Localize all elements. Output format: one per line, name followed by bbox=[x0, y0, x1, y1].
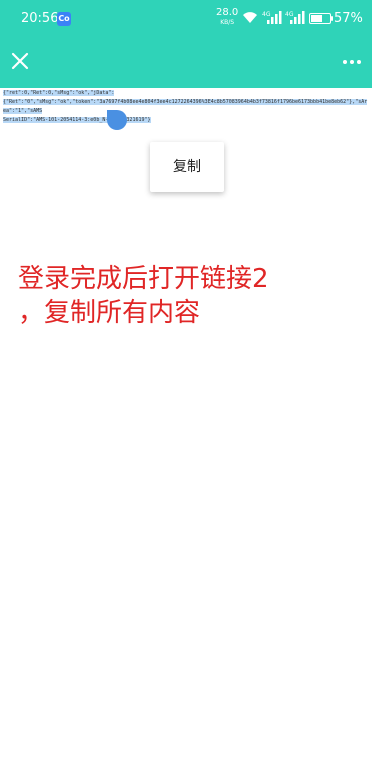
app-notification-icon: Co bbox=[57, 12, 71, 26]
signal-4g-icon-2: 4G bbox=[285, 11, 305, 24]
network-speed-unit: KB/S bbox=[220, 19, 235, 26]
signal-4g-icon: 4G bbox=[262, 11, 282, 24]
app-bar bbox=[0, 36, 372, 88]
annotation-line-2: ，复制所有内容 bbox=[18, 298, 201, 328]
content-line-1[interactable]: {"ret":0,"Ret":0,"sMsg":"ok","jData": bbox=[3, 90, 115, 96]
close-icon[interactable] bbox=[8, 48, 32, 74]
battery-fill bbox=[311, 15, 322, 22]
annotation-line-1: 登录完成后打开链接2 bbox=[18, 264, 269, 294]
battery-percent: 57% bbox=[334, 11, 363, 26]
wifi-icon bbox=[243, 12, 257, 23]
status-bar: 20:56 Co 28.0 KB/S 4G 4G 57% bbox=[0, 0, 372, 36]
content-line-2[interactable]: {"Ret":"0","sMsg":"ok","token":"3a7697f4… bbox=[3, 99, 368, 114]
signal-2-label: 4G bbox=[285, 11, 294, 18]
more-options-icon[interactable] bbox=[340, 50, 364, 74]
network-speed: 28.0 KB/S bbox=[216, 8, 238, 28]
copy-button[interactable]: 复制 bbox=[173, 159, 201, 175]
instruction-annotation: 登录完成后打开链接2 ，复制所有内容 bbox=[18, 262, 338, 330]
battery-tip bbox=[331, 16, 333, 21]
network-speed-value: 28.0 bbox=[216, 7, 239, 18]
page-content[interactable]: {"ret":0,"Ret":0,"sMsg":"ok","jData": {"… bbox=[3, 89, 368, 125]
content-line-3[interactable]: SerialID":"AMS-101-2054114-3:e0b_N-66155… bbox=[3, 117, 151, 123]
signal-1-label: 4G bbox=[262, 11, 271, 18]
status-time: 20:56 bbox=[21, 11, 59, 26]
battery-icon bbox=[309, 13, 331, 24]
copy-popup[interactable]: 复制 bbox=[150, 142, 224, 192]
selection-handle[interactable] bbox=[107, 110, 127, 130]
